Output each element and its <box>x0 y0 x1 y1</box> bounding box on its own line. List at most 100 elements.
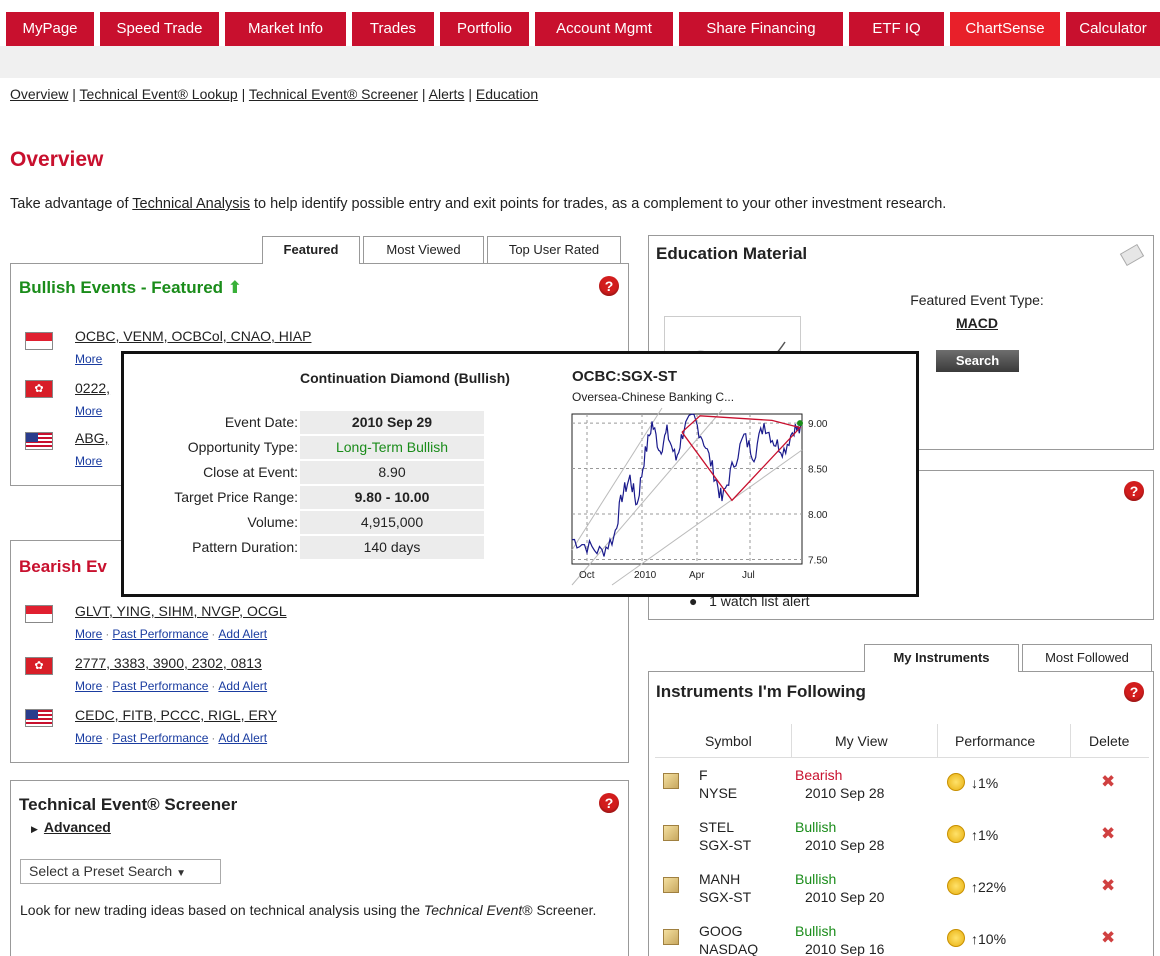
note-icon[interactable] <box>663 825 679 841</box>
bullish-symbols-hk[interactable]: 0222, <box>75 380 110 396</box>
table-header: Symbol My View Performance Delete <box>655 724 1149 758</box>
instrument-performance: ↓1% <box>971 775 999 791</box>
delete-icon[interactable]: ✖ <box>1101 772 1115 792</box>
featured-event-value[interactable]: MACD <box>871 315 1083 331</box>
subnav-alerts[interactable]: Alerts <box>429 86 465 102</box>
subnav-overview[interactable]: Overview <box>10 86 68 102</box>
help-icon[interactable]: ? <box>599 276 619 296</box>
intro-before: Take advantage of <box>10 196 133 212</box>
screener-panel: Technical Event® Screener ? ▶ Advanced Se… <box>10 780 629 956</box>
subnav-education[interactable]: Education <box>476 86 538 102</box>
field-pattern-duration: Pattern Duration: 140 days <box>124 536 484 559</box>
instrument-performance: ↑1% <box>971 827 999 843</box>
instrument-symbol[interactable]: GOOG NASDAQ <box>699 922 758 956</box>
smiley-icon <box>947 877 965 895</box>
sub-navigation: Overview | Technical Event® Lookup | Tec… <box>10 86 539 102</box>
nav-tab-portfolio[interactable]: Portfolio <box>440 12 529 46</box>
bullish-symbols-sg[interactable]: OCBC, VENM, OCBCol, CNAO, HIAP <box>75 328 311 344</box>
add-alert-link[interactable]: Add Alert <box>218 627 267 641</box>
help-icon[interactable]: ? <box>1124 481 1144 501</box>
flag-hongkong-icon: ✿ <box>25 380 53 398</box>
flag-us-icon <box>25 709 53 727</box>
tab-most-viewed[interactable]: Most Viewed <box>363 236 484 263</box>
more-link[interactable]: More <box>75 731 102 745</box>
table-row: GOOG NASDAQ Bullish 2010 Sep 16 ↑10% ✖ <box>655 914 1149 956</box>
delete-icon[interactable]: ✖ <box>1101 928 1115 948</box>
field-opportunity-type: Opportunity Type: Long-Term Bullish <box>124 436 484 459</box>
col-my-view: My View <box>835 733 888 749</box>
event-popup: Continuation Diamond (Bullish) Event Dat… <box>121 351 919 597</box>
table-row: STEL SGX-ST Bullish 2010 Sep 28 ↑1% ✖ <box>655 810 1149 862</box>
eraser-icon <box>1119 243 1145 267</box>
nav-tab-chartsense[interactable]: ChartSense <box>950 12 1060 46</box>
more-link[interactable]: More <box>75 679 102 693</box>
price-chart: 9.00 8.50 8.00 7.50 Oct 2010 Apr Jul <box>571 407 828 586</box>
advanced-toggle[interactable]: ▶ Advanced <box>31 819 111 835</box>
instrument-view: Bullish 2010 Sep 20 <box>795 871 885 905</box>
instrument-symbol[interactable]: F NYSE <box>699 766 737 802</box>
bearish-symbols-hk[interactable]: 2777, 3383, 3900, 2302, 0813 <box>75 655 262 671</box>
tab-top-user-rated[interactable]: Top User Rated <box>487 236 621 263</box>
chart-symbol: OCBC:SGX-ST <box>572 368 677 385</box>
preset-search-select[interactable]: Select a Preset Search ▼ <box>20 859 221 884</box>
event-marker <box>797 420 803 427</box>
featured-event-label: Featured Event Type: <box>910 292 1044 308</box>
add-alert-link[interactable]: Add Alert <box>218 679 267 693</box>
education-search-button[interactable]: Search <box>936 350 1019 372</box>
instrument-symbol[interactable]: STEL SGX-ST <box>699 818 751 854</box>
bullish-title: Bullish Events - Featured ⬆ <box>19 278 243 297</box>
tab-featured[interactable]: Featured <box>262 236 360 264</box>
col-delete: Delete <box>1089 733 1130 749</box>
nav-tab-mypage[interactable]: MyPage <box>6 12 94 46</box>
help-icon[interactable]: ? <box>1124 682 1144 702</box>
x-tick-label: Jul <box>742 570 755 581</box>
add-alert-link[interactable]: Add Alert <box>218 731 267 745</box>
nav-tab-account-mgmt[interactable]: Account Mgmt <box>535 12 673 46</box>
more-link[interactable]: More <box>75 627 102 641</box>
bearish-links-sg: More · Past Performance · Add Alert <box>75 627 268 641</box>
bearish-links-us: More · Past Performance · Add Alert <box>75 731 268 745</box>
note-icon[interactable] <box>663 773 679 789</box>
help-icon[interactable]: ? <box>599 793 619 813</box>
popup-title: Continuation Diamond (Bullish) <box>300 370 510 386</box>
bullish-more-hk[interactable]: More <box>75 404 102 418</box>
note-icon[interactable] <box>663 929 679 945</box>
bearish-symbols-us[interactable]: CEDC, FITB, PCCC, RIGL, ERY <box>75 707 277 723</box>
bearish-symbols-sg[interactable]: GLVT, YING, SIHM, NVGP, OCGL <box>75 603 287 619</box>
flag-singapore-icon <box>25 605 53 623</box>
technical-analysis-link[interactable]: Technical Analysis <box>132 196 250 212</box>
smiley-icon <box>947 825 965 843</box>
delete-icon[interactable]: ✖ <box>1101 876 1115 896</box>
nav-tab-trades[interactable]: Trades <box>352 12 434 46</box>
nav-tab-etf-iq[interactable]: ETF IQ <box>849 12 944 46</box>
instruments-title: Instruments I'm Following <box>656 682 866 701</box>
x-tick-label: Apr <box>689 570 705 581</box>
nav-tab-calculator[interactable]: Calculator <box>1066 12 1160 46</box>
nav-tab-share-financing[interactable]: Share Financing <box>679 12 843 46</box>
subnav-screener[interactable]: Technical Event® Screener <box>249 86 418 102</box>
bearish-title: Bearish Ev <box>19 557 107 576</box>
nav-tab-market-info[interactable]: Market Info <box>225 12 346 46</box>
bullish-more-us[interactable]: More <box>75 454 102 468</box>
instrument-view: Bullish 2010 Sep 16 <box>795 923 885 956</box>
nav-tab-speed-trade[interactable]: Speed Trade <box>100 12 219 46</box>
field-event-date: Event Date: 2010 Sep 29 <box>124 411 484 434</box>
tab-my-instruments[interactable]: My Instruments <box>864 644 1019 672</box>
instrument-rows: F NYSE Bearish 2010 Sep 28 ↓1% ✖ STEL SGX-ST Bul… <box>655 758 1149 956</box>
subnav-lookup[interactable]: Technical Event® Lookup <box>80 86 238 102</box>
past-performance-link[interactable]: Past Performance <box>112 731 208 745</box>
education-title: Education Material <box>656 244 808 263</box>
tab-most-followed[interactable]: Most Followed <box>1022 644 1152 671</box>
delete-icon[interactable]: ✖ <box>1101 824 1115 844</box>
smiley-icon <box>947 773 965 791</box>
instrument-symbol[interactable]: MANH SGX-ST <box>699 870 751 906</box>
bullish-more-sg[interactable]: More <box>75 352 102 366</box>
flag-singapore-icon <box>25 332 53 350</box>
y-tick-label: 9.00 <box>808 419 828 430</box>
note-icon[interactable] <box>663 877 679 893</box>
past-performance-link[interactable]: Past Performance <box>112 627 208 641</box>
bullish-arrow-icon: ⬆ <box>227 278 243 297</box>
past-performance-link[interactable]: Past Performance <box>112 679 208 693</box>
bullish-symbols-us[interactable]: ABG, <box>75 430 108 446</box>
table-row: MANH SGX-ST Bullish 2010 Sep 20 ↑22% ✖ <box>655 862 1149 914</box>
